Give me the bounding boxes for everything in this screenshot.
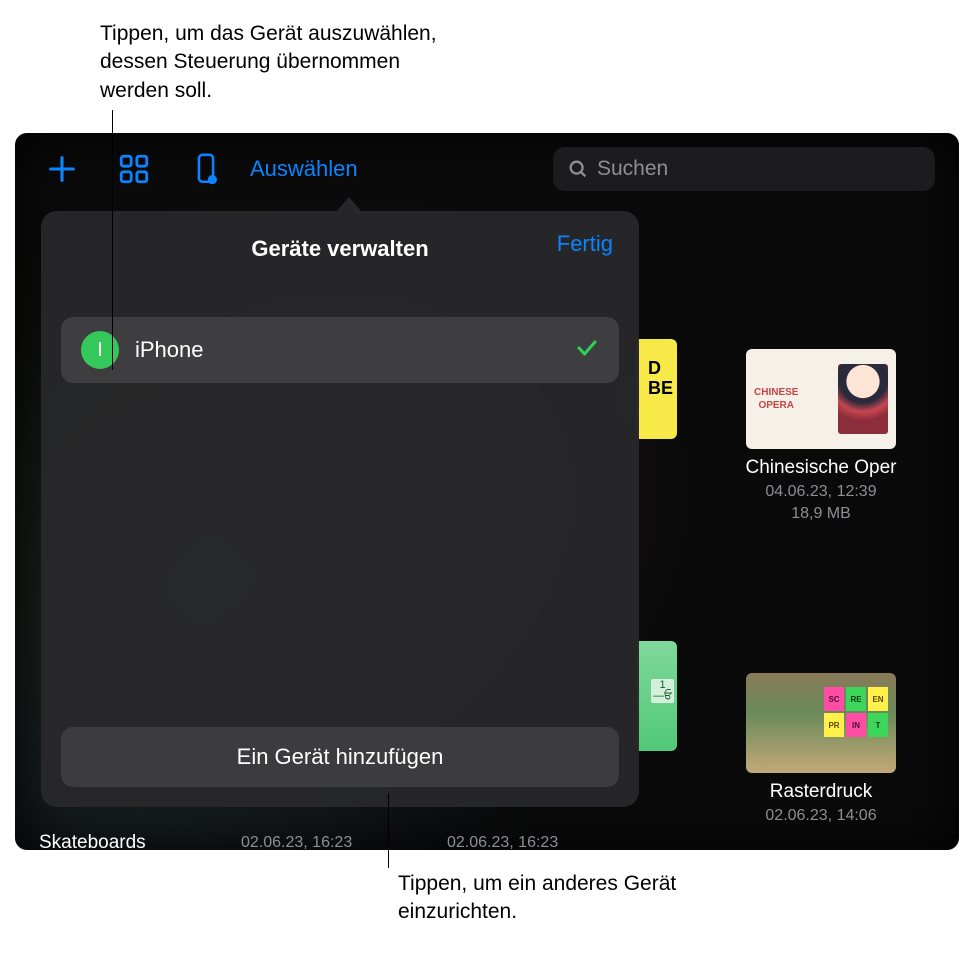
select-button[interactable]: Auswählen <box>250 156 358 182</box>
thumbnail-peek-green[interactable] <box>637 641 677 751</box>
device-status-dot: I <box>81 331 119 369</box>
search-icon <box>567 158 589 180</box>
search-placeholder: Suchen <box>597 157 668 181</box>
add-icon[interactable] <box>39 146 85 192</box>
thumbnail-raster: SC RE EN PR IN T <box>746 673 896 773</box>
screen-tiles: SC RE EN PR IN T <box>824 687 888 737</box>
thumbnail-peek-yellow[interactable] <box>637 339 677 439</box>
file-item-opera[interactable]: CHINESE OPERA Chinesische Oper 04.06.23,… <box>721 349 921 524</box>
file-name: Chinesische Oper <box>721 457 921 479</box>
file-date: 02.06.23, 14:06 <box>721 805 921 827</box>
thumb-text: CHINESE OPERA <box>754 386 798 412</box>
file-date: 04.06.23, 12:39 <box>721 481 921 503</box>
callout-line-bottom <box>388 793 389 868</box>
grid-view-icon[interactable] <box>111 146 157 192</box>
popover-title: Geräte verwalten <box>251 236 428 262</box>
file-item-skateboards[interactable]: Skateboards <box>39 832 146 850</box>
file-date-mid: 02.06.23, 16:23 <box>447 832 558 850</box>
toolbar: Auswählen Suchen <box>15 141 959 197</box>
file-size: 18,9 MB <box>721 503 921 525</box>
callout-bottom: Tippen, um ein anderes Gerät einzurichte… <box>398 870 718 927</box>
done-button[interactable]: Fertig <box>557 231 613 257</box>
checkmark-icon <box>575 336 599 365</box>
device-name-label: iPhone <box>135 337 204 363</box>
device-row-iphone[interactable]: I iPhone <box>61 317 619 383</box>
opera-image <box>838 364 888 434</box>
popover-header: Geräte verwalten Fertig <box>61 231 619 267</box>
popover-arrow <box>335 197 363 213</box>
callout-line-top <box>112 110 113 370</box>
search-input[interactable]: Suchen <box>553 147 935 191</box>
thumbnail-opera: CHINESE OPERA <box>746 349 896 449</box>
file-date-skateboards: 02.06.23, 16:23 <box>241 832 352 850</box>
device-remote-icon[interactable] <box>183 146 229 192</box>
file-name: Skateboards <box>39 832 146 850</box>
app-window: Auswählen Suchen CHINESE OPERA Chinesisc… <box>15 133 959 850</box>
file-item-raster[interactable]: SC RE EN PR IN T Rasterdruck 02.06.23, 1… <box>721 673 921 827</box>
file-name: Rasterdruck <box>721 781 921 803</box>
add-device-button[interactable]: Ein Gerät hinzufügen <box>61 727 619 787</box>
callout-top: Tippen, um das Gerät auszuwählen, dessen… <box>100 20 440 105</box>
manage-devices-popover: Geräte verwalten Fertig I iPhone Ein Ger… <box>41 211 639 807</box>
